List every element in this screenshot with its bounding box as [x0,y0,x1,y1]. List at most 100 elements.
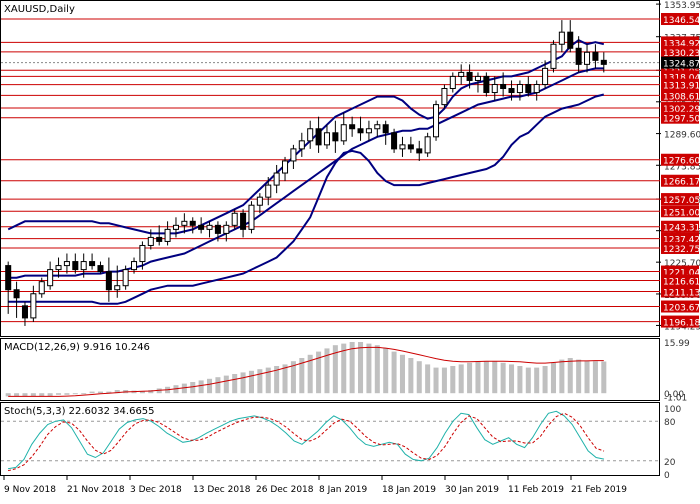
candle-body [214,224,221,234]
x-axis-label: 26 Dec 2018 [256,485,314,495]
candle-body [248,204,255,230]
macd-bar [509,364,515,394]
candle-body [474,75,481,81]
candle-body [164,228,171,242]
chart-canvas: 1353.951337.751321.051305.401289.601273.… [0,0,700,500]
macd-bar [483,361,489,394]
candle-body [575,47,582,65]
candle-body [449,75,456,90]
price-chart-title: XAUUSD,Daily [4,4,75,15]
x-axis-label: 18 Jan 2019 [382,485,436,495]
level-label: 1196.18 [663,319,700,329]
macd-bar [89,391,95,394]
candle-body [156,236,163,242]
candle-body [21,305,28,319]
candle-body [500,83,507,90]
candle-body [374,124,381,130]
candle-body [256,196,263,206]
candle-body [391,132,398,150]
candle-body [273,172,280,186]
candle-body [533,83,540,94]
macd-bar [592,361,598,394]
candle-body [407,144,414,150]
candle-body [424,136,431,154]
macd-bar [198,380,204,394]
level-label: 1266.17 [663,178,700,188]
candle-body [340,124,347,142]
macd-bar [567,358,573,394]
candle-body [55,265,62,271]
macd-bar [349,342,355,394]
candle-body [122,269,129,287]
candle-body [592,51,599,61]
level-label: 1297.50 [663,115,700,125]
candle-body [89,261,96,267]
macd-bar [416,361,422,394]
candle-body [265,184,272,198]
candle-body [357,128,364,134]
candle-body [139,244,146,263]
candle-body [315,128,322,146]
stoch-axis-tick: 0 [664,471,670,481]
macd-bar [408,358,414,394]
macd-bar [248,370,254,394]
macd-bar [64,393,70,395]
x-axis-label: 8 Jan 2019 [319,485,367,495]
candle-body [30,293,37,319]
candle-body [114,285,121,291]
macd-title: MACD(12,26,9) 9.916 10.246 [4,342,150,353]
level-label: 1257.05 [663,196,700,206]
candle-body [323,132,330,146]
macd-axis-tick: 15.99 [664,339,690,349]
level-label: 1276.60 [663,157,700,167]
macd-bar [601,361,607,394]
candle-body [189,220,196,226]
x-axis-label: 21 Feb 2019 [571,485,627,495]
candle-body [131,261,138,271]
candle-body [466,71,473,81]
stoch-axis-tick: 20 [664,458,676,468]
macd-bar [399,354,405,394]
candle-body [80,261,87,271]
candle-body [584,51,591,65]
x-axis-label: 13 Dec 2018 [193,485,251,495]
x-axis-label: 9 Nov 2018 [4,485,56,495]
level-label: 1346.54 [663,16,700,26]
stoch-axis-tick: 100 [664,405,681,415]
level-label: 1203.67 [663,303,700,313]
candle-body [332,132,339,142]
macd-bar [584,361,590,394]
candle-body [491,83,498,94]
level-label: 1243.31 [663,224,700,234]
macd-bar [458,364,464,394]
candle-body [63,261,70,267]
level-label: 1308.61 [663,92,700,102]
candle-body [516,83,523,94]
candle-body [298,140,305,150]
candle-body [382,124,389,134]
candle-body [600,59,607,65]
candle-body [458,71,465,77]
macd-bar [517,366,523,394]
candle-body [97,265,104,273]
macd-axis-tick: -1.01 [664,393,687,403]
candle-body [172,224,179,230]
candle-body [5,265,12,291]
candle-body [231,212,238,226]
macd-bar [81,393,87,395]
candle-body [105,271,112,291]
candle-body [38,281,45,295]
macd-bar [441,367,447,394]
macd-bar [559,359,565,394]
macd-bar [525,367,531,394]
candle-body [181,220,188,226]
macd-bar [391,351,397,394]
macd-bar [240,372,246,394]
macd-bar [450,366,456,394]
level-label: 1251.00 [663,208,700,218]
candle-body [567,31,574,49]
macd-bar [190,382,196,394]
macd-bar [366,343,372,394]
x-axis-label: 30 Jan 2019 [445,485,499,495]
candle-body [349,124,356,130]
